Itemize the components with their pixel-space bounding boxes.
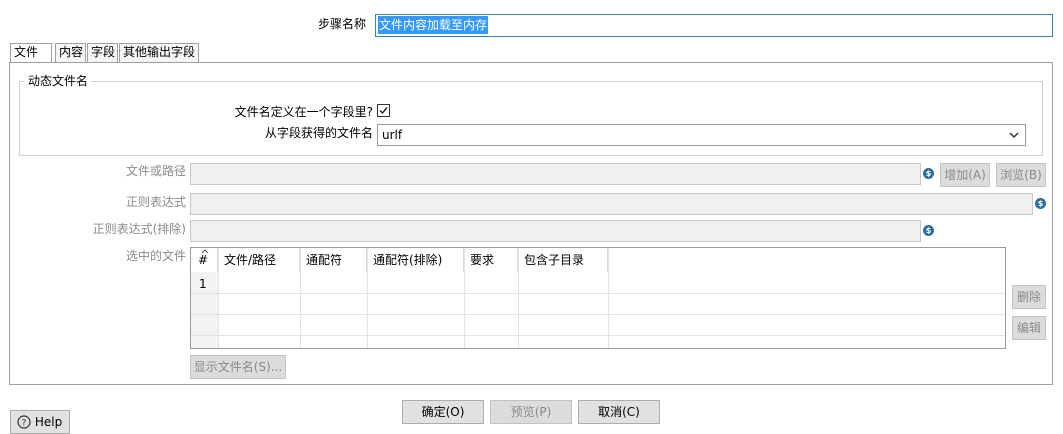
step-name-value: 文件内容加载至内存 bbox=[378, 16, 489, 34]
check-icon bbox=[379, 107, 388, 115]
question-circle-icon: ? bbox=[17, 415, 31, 429]
column-header-wildcard-exclude[interactable]: 通配符(排除) bbox=[367, 248, 464, 272]
column-header-include-subfolders[interactable]: 包含子目录 bbox=[518, 248, 608, 272]
regex-exclude-label: 正则表达式(排除) bbox=[92, 222, 186, 236]
selected-files-label: 选中的文件 bbox=[125, 249, 186, 263]
file-or-path-input[interactable] bbox=[190, 163, 921, 185]
step-name-label: 步骤名称 bbox=[317, 17, 366, 31]
filename-from-field-value: urlf bbox=[382, 128, 403, 142]
column-header-file-path[interactable]: 文件/路径 bbox=[218, 248, 300, 272]
preview-button[interactable]: 预览(P) bbox=[490, 400, 572, 424]
filename-in-field-checkbox[interactable] bbox=[377, 104, 390, 117]
show-filenames-button[interactable]: 显示文件名(S)... bbox=[190, 355, 286, 379]
help-label: Help bbox=[34, 415, 63, 429]
regex-label: 正则表达式 bbox=[125, 195, 186, 209]
filename-from-field-select[interactable]: urlf bbox=[377, 124, 1026, 146]
tab-fields[interactable]: 字段 bbox=[87, 43, 118, 62]
sort-up-icon bbox=[201, 249, 209, 254]
file-or-path-label: 文件或路径 bbox=[125, 164, 186, 178]
browse-button[interactable]: 浏览(B) bbox=[996, 163, 1046, 187]
dollar-variable-icon: $ bbox=[923, 225, 934, 236]
tab-other-output-fields[interactable]: 其他输出字段 bbox=[119, 43, 199, 62]
delete-button[interactable]: 删除 bbox=[1012, 285, 1046, 309]
filename-from-field-label: 从字段获得的文件名 bbox=[264, 126, 373, 140]
tab-content[interactable]: 内容 bbox=[55, 43, 86, 62]
tab-file[interactable]: 文件 bbox=[10, 43, 52, 63]
cancel-button[interactable]: 取消(C) bbox=[578, 400, 660, 424]
ok-button[interactable]: 确定(O) bbox=[402, 400, 484, 424]
regex-input[interactable] bbox=[190, 193, 1033, 215]
add-button[interactable]: 增加(A) bbox=[940, 163, 990, 187]
step-name-input[interactable]: 文件内容加载至内存 bbox=[375, 14, 1053, 37]
filename-in-field-label: 文件名定义在一个字段里? bbox=[234, 105, 373, 119]
table-row-index[interactable]: 1 bbox=[199, 277, 207, 291]
help-button[interactable]: ? Help bbox=[10, 410, 70, 434]
edit-button[interactable]: 编辑 bbox=[1012, 316, 1046, 340]
dynamic-filename-group-title: 动态文件名 bbox=[25, 73, 92, 89]
selected-files-table[interactable]: # 文件/路径 通配符 通配符(排除) 要求 包含子目录 1 bbox=[190, 247, 1006, 349]
regex-exclude-input[interactable] bbox=[190, 220, 921, 242]
dollar-variable-icon: $ bbox=[923, 168, 934, 179]
svg-text:?: ? bbox=[22, 419, 27, 429]
dollar-variable-icon: $ bbox=[1035, 198, 1046, 209]
column-header-wildcard[interactable]: 通配符 bbox=[300, 248, 367, 272]
column-header-required[interactable]: 要求 bbox=[464, 248, 518, 272]
chevron-down-icon bbox=[1009, 132, 1019, 139]
